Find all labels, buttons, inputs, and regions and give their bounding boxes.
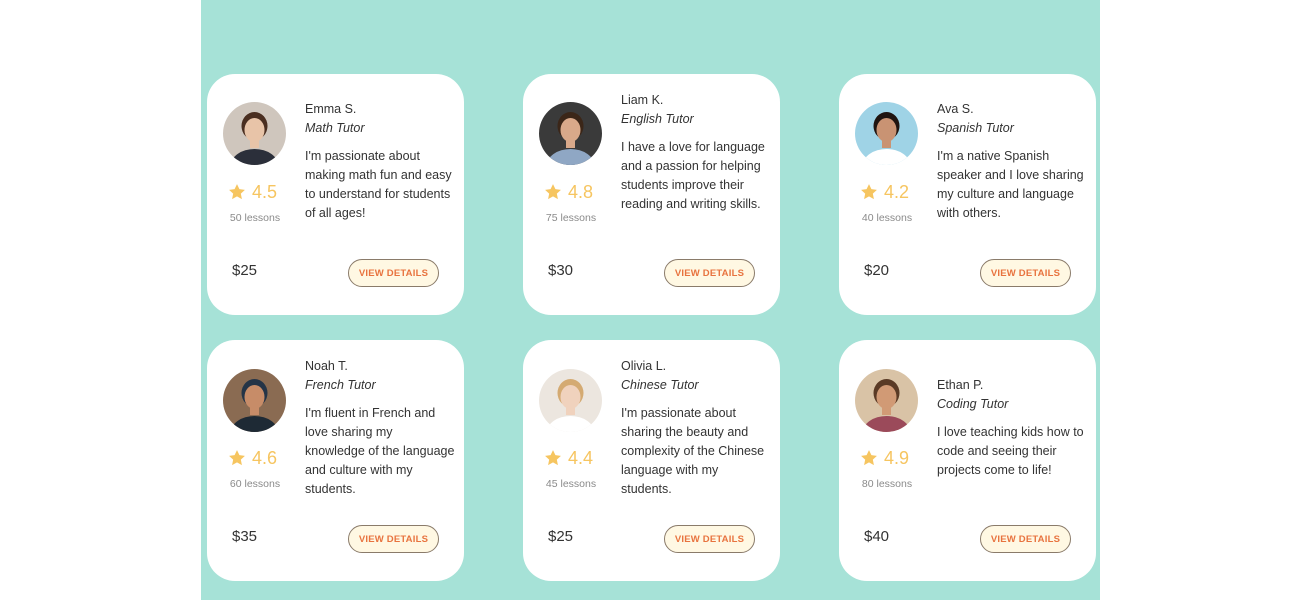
rating: 4.9 bbox=[859, 446, 919, 470]
star-icon bbox=[861, 184, 877, 200]
tutor-card: 4.9 80 lessons Ethan P. Coding Tutor I l… bbox=[839, 340, 1096, 581]
view-details-button[interactable]: VIEW DETAILS bbox=[980, 259, 1071, 287]
tutor-info: Emma S. Math Tutor I'm passionate about … bbox=[305, 100, 455, 223]
rating: 4.5 bbox=[227, 180, 287, 204]
rating-value: 4.8 bbox=[568, 182, 594, 202]
price: $30 bbox=[548, 262, 574, 279]
portrait-image bbox=[223, 369, 286, 432]
tutor-name: Liam K. bbox=[621, 93, 664, 107]
rating-value: 4.4 bbox=[568, 448, 594, 468]
tutor-name: Ethan P. bbox=[937, 378, 984, 392]
view-details-button[interactable]: VIEW DETAILS bbox=[664, 259, 755, 287]
view-details-button[interactable]: VIEW DETAILS bbox=[348, 525, 439, 553]
tutor-name: Olivia L. bbox=[621, 359, 667, 373]
tutor-info: Ethan P. Coding Tutor I love teaching ki… bbox=[937, 376, 1087, 480]
tutor-bio: I'm a native Spanish speaker and I love … bbox=[937, 149, 1084, 220]
avatar bbox=[539, 369, 602, 432]
lessons-count: 60 lessons bbox=[229, 478, 281, 490]
rating: 4.4 bbox=[543, 446, 603, 470]
tutor-bio: I'm passionate about making math fun and… bbox=[305, 149, 452, 220]
tutor-subject: English Tutor bbox=[621, 112, 694, 126]
rating: 4.2 bbox=[859, 180, 919, 204]
tutor-bio: I have a love for language and a passion… bbox=[621, 140, 765, 211]
tutor-bio: I'm passionate about sharing the beauty … bbox=[621, 406, 765, 496]
rating-value: 4.5 bbox=[252, 182, 278, 202]
tutor-bio: I love teaching kids how to code and see… bbox=[937, 425, 1084, 477]
tutor-info: Liam K. English Tutor I have a love for … bbox=[621, 91, 771, 214]
tutor-card: 4.6 60 lessons Noah T. French Tutor I'm … bbox=[207, 340, 464, 581]
price: $35 bbox=[232, 528, 258, 545]
avatar bbox=[223, 369, 286, 432]
avatar bbox=[539, 102, 602, 165]
rating-value: 4.2 bbox=[884, 182, 910, 202]
portrait-image bbox=[855, 102, 918, 165]
price: $25 bbox=[232, 262, 258, 279]
lessons-count: 40 lessons bbox=[861, 212, 913, 224]
tutor-name: Emma S. bbox=[305, 102, 357, 116]
tutor-name: Ava S. bbox=[937, 102, 974, 116]
rating: 4.6 bbox=[227, 446, 287, 470]
portrait-image bbox=[855, 369, 918, 432]
rating-value: 4.9 bbox=[884, 448, 910, 468]
tutor-subject: French Tutor bbox=[305, 378, 376, 392]
tutor-subject: Spanish Tutor bbox=[937, 121, 1014, 135]
tutor-subject: Math Tutor bbox=[305, 121, 365, 135]
lessons-count: 80 lessons bbox=[861, 478, 913, 490]
tutor-subject: Chinese Tutor bbox=[621, 378, 699, 392]
price: $25 bbox=[548, 528, 574, 545]
portrait-image bbox=[223, 102, 286, 165]
star-icon bbox=[545, 450, 561, 466]
avatar bbox=[855, 369, 918, 432]
tutor-info: Noah T. French Tutor I'm fluent in Frenc… bbox=[305, 357, 455, 499]
tutor-card: 4.2 40 lessons Ava S. Spanish Tutor I'm … bbox=[839, 74, 1096, 315]
star-icon bbox=[861, 450, 877, 466]
portrait-image bbox=[539, 369, 602, 432]
avatar bbox=[223, 102, 286, 165]
tutor-subject: Coding Tutor bbox=[937, 397, 1009, 411]
lessons-count: 50 lessons bbox=[229, 212, 281, 224]
tutor-card: 4.5 50 lessons Emma S. Math Tutor I'm pa… bbox=[207, 74, 464, 315]
tutor-info: Ava S. Spanish Tutor I'm a native Spanis… bbox=[937, 100, 1087, 223]
portrait-image bbox=[539, 102, 602, 165]
tutor-grid-panel: 4.5 50 lessons Emma S. Math Tutor I'm pa… bbox=[201, 0, 1100, 600]
view-details-button[interactable]: VIEW DETAILS bbox=[664, 525, 755, 553]
lessons-count: 45 lessons bbox=[545, 478, 597, 490]
avatar bbox=[855, 102, 918, 165]
tutor-name: Noah T. bbox=[305, 359, 348, 373]
price: $20 bbox=[864, 262, 890, 279]
view-details-button[interactable]: VIEW DETAILS bbox=[348, 259, 439, 287]
tutor-bio: I'm fluent in French and love sharing my… bbox=[305, 406, 455, 496]
rating: 4.8 bbox=[543, 180, 603, 204]
tutor-card: 4.4 45 lessons Olivia L. Chinese Tutor I… bbox=[523, 340, 780, 581]
star-icon bbox=[229, 450, 245, 466]
rating-value: 4.6 bbox=[252, 448, 278, 468]
view-details-button[interactable]: VIEW DETAILS bbox=[980, 525, 1071, 553]
tutor-info: Olivia L. Chinese Tutor I'm passionate a… bbox=[621, 357, 771, 499]
star-icon bbox=[545, 184, 561, 200]
star-icon bbox=[229, 184, 245, 200]
price: $40 bbox=[864, 528, 890, 545]
tutor-card: 4.8 75 lessons Liam K. English Tutor I h… bbox=[523, 74, 780, 315]
lessons-count: 75 lessons bbox=[545, 212, 597, 224]
